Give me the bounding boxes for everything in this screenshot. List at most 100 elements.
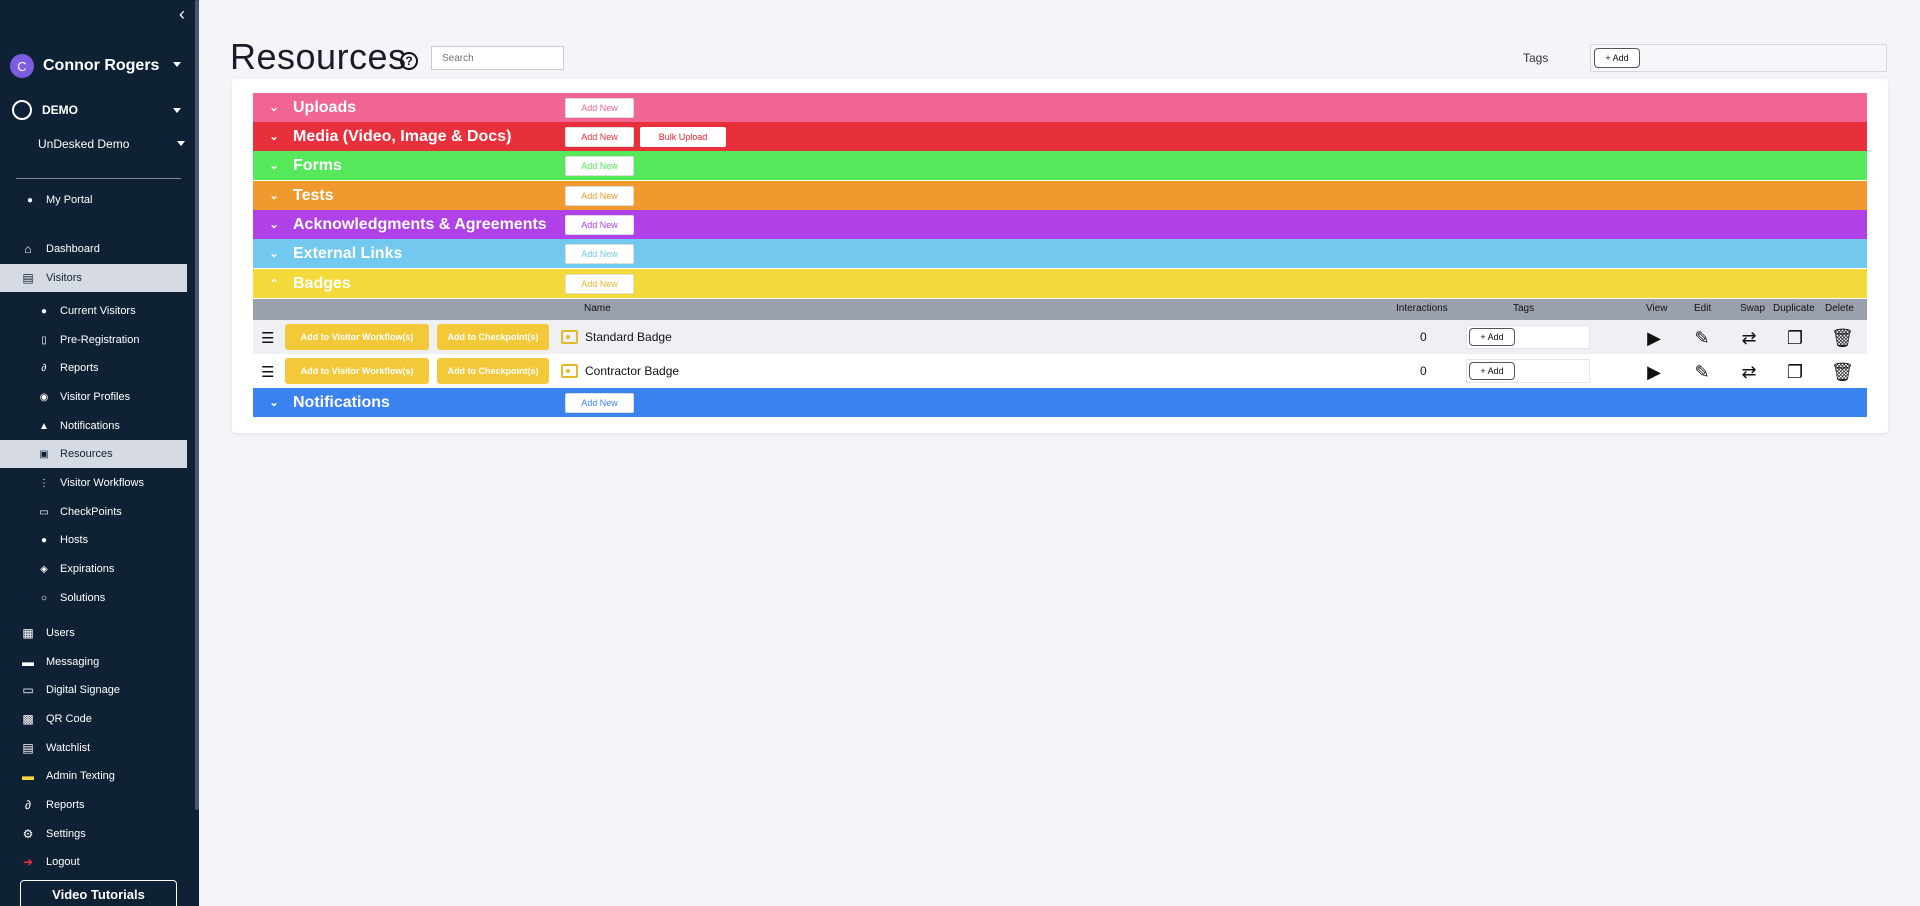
col-name: Name (584, 303, 611, 314)
bulk-upload-button[interactable]: Bulk Upload (640, 127, 726, 147)
row-tags[interactable]: + Add (1466, 359, 1590, 383)
add-tag-button[interactable]: + Add (1469, 328, 1515, 346)
sidebar-item-label: Expirations (60, 563, 115, 575)
user-menu[interactable]: C Connor Rogers (10, 54, 185, 78)
add-new-button[interactable]: Add New (565, 98, 634, 118)
sidebar-item-label: My Portal (46, 194, 93, 206)
add-to-workflow-button[interactable]: Add to Visitor Workflow(s) (285, 324, 429, 350)
chevron-up-icon[interactable]: ⌃ (269, 278, 279, 289)
tags-filter[interactable]: + Add (1590, 44, 1887, 72)
sidebar-item-current-visitors[interactable]: ● Current Visitors (0, 297, 187, 325)
sidebar-item-qr-code[interactable]: ▩ QR Code (0, 705, 187, 733)
play-icon[interactable]: ▶ (1643, 361, 1665, 383)
duplicate-icon[interactable]: ❐ (1784, 327, 1806, 349)
edit-icon[interactable]: ✎ (1691, 361, 1713, 383)
search-input[interactable] (431, 46, 564, 70)
workflow-icon: ⋮ (39, 477, 49, 489)
sidebar-item-visitors[interactable]: ▤ Visitors (0, 264, 187, 292)
drag-handle-icon[interactable]: ☰ (261, 363, 274, 381)
sidebar-item-label: Resources (60, 448, 113, 460)
sidebar-item-label: Reports (46, 799, 85, 811)
video-tutorials-button[interactable]: Video Tutorials (20, 880, 177, 906)
sidebar-item-reports-main[interactable]: ∂ Reports (0, 791, 187, 819)
sidebar-item-logout[interactable]: ➜ Logout (0, 848, 187, 876)
chevron-down-icon[interactable]: ⌄ (269, 397, 279, 408)
avatar: C (10, 54, 34, 78)
help-icon[interactable]: ? (400, 52, 418, 70)
swap-icon[interactable]: ⇄ (1738, 361, 1760, 383)
site-selector[interactable]: UnDesked Demo (38, 137, 185, 151)
section-badges[interactable]: ⌃ Badges Add New (253, 269, 1867, 298)
sidebar-item-settings[interactable]: ⚙ Settings (0, 820, 187, 848)
trash-icon[interactable]: 🗑 (1831, 361, 1854, 383)
section-external-links[interactable]: ⌄ External Links Add New (253, 239, 1867, 268)
row-tags[interactable]: + Add (1466, 325, 1590, 349)
sidebar-item-visitor-profiles[interactable]: ◉ Visitor Profiles (0, 383, 187, 411)
chevron-down-icon[interactable]: ⌄ (269, 248, 279, 259)
chat-icon: ▬ (22, 655, 34, 669)
chevron-down-icon[interactable]: ⌄ (269, 219, 279, 230)
monitor-icon: ▭ (22, 683, 34, 697)
sidebar-item-watchlist[interactable]: ▤ Watchlist (0, 734, 187, 762)
add-tag-button[interactable]: + Add (1594, 48, 1640, 68)
duplicate-icon[interactable]: ❐ (1784, 361, 1806, 383)
chevron-down-icon (173, 62, 181, 67)
sidebar-item-digital-signage[interactable]: ▭ Digital Signage (0, 676, 187, 704)
add-new-button[interactable]: Add New (565, 274, 634, 294)
monitor-icon: ▭ (39, 506, 49, 518)
add-new-button[interactable]: Add New (565, 215, 634, 235)
section-forms[interactable]: ⌄ Forms Add New (253, 151, 1867, 180)
chevron-down-icon[interactable]: ⌄ (269, 131, 279, 142)
sidebar-item-resources[interactable]: ▣ Resources (0, 440, 187, 468)
section-acknowledgments[interactable]: ⌄ Acknowledgments & Agreements Add New (253, 210, 1867, 239)
page-title: Resources (230, 36, 407, 77)
add-new-button[interactable]: Add New (565, 127, 634, 147)
sidebar-item-label: Visitors (46, 272, 82, 284)
add-to-checkpoint-button[interactable]: Add to Checkpoint(s) (437, 358, 549, 384)
trash-icon[interactable]: 🗑 (1831, 327, 1854, 349)
sidebar-item-reports[interactable]: ∂ Reports (0, 354, 187, 382)
add-new-button[interactable]: Add New (565, 156, 634, 176)
sidebar-item-expirations[interactable]: ◈ Expirations (0, 555, 187, 583)
section-uploads[interactable]: ⌄ Uploads Add New (253, 93, 1867, 122)
add-new-button[interactable]: Add New (565, 186, 634, 206)
sidebar-item-messaging[interactable]: ▬ Messaging (0, 648, 187, 676)
org-selector[interactable]: DEMO (12, 100, 185, 120)
sidebar-scrollbar[interactable] (195, 0, 199, 810)
add-to-checkpoint-button[interactable]: Add to Checkpoint(s) (437, 324, 549, 350)
sidebar-item-solutions[interactable]: ○ Solutions (0, 584, 187, 612)
play-icon[interactable]: ▶ (1643, 327, 1665, 349)
col-duplicate: Duplicate (1773, 303, 1815, 314)
section-notifications[interactable]: ⌄ Notifications Add New (253, 388, 1867, 417)
sidebar-item-label: Hosts (60, 534, 89, 546)
add-tag-button[interactable]: + Add (1469, 362, 1515, 380)
sidebar-item-visitor-workflows[interactable]: ⋮ Visitor Workflows (0, 469, 187, 497)
drag-handle-icon[interactable]: ☰ (261, 329, 274, 347)
section-media[interactable]: ⌄ Media (Video, Image & Docs) Add New Bu… (253, 122, 1867, 151)
collapse-sidebar-icon[interactable]: ‹ (172, 4, 192, 24)
sidebar-item-admin-texting[interactable]: ▬ Admin Texting (0, 762, 187, 790)
chevron-down-icon[interactable]: ⌄ (269, 190, 279, 201)
sidebar-item-notifications[interactable]: ▲ Notifications (0, 412, 187, 440)
edit-icon[interactable]: ✎ (1691, 327, 1713, 349)
add-new-button[interactable]: Add New (565, 393, 634, 413)
chevron-down-icon[interactable]: ⌄ (269, 102, 279, 113)
section-title: Notifications (293, 393, 390, 411)
sidebar-item-label: Messaging (46, 656, 100, 668)
sidebar-item-dashboard[interactable]: ⌂ Dashboard (0, 235, 187, 263)
add-new-button[interactable]: Add New (565, 244, 634, 264)
logout-icon: ➜ (22, 855, 34, 869)
section-title: Forms (293, 156, 342, 174)
sidebar-item-label: Users (46, 627, 75, 639)
add-to-workflow-button[interactable]: Add to Visitor Workflow(s) (285, 358, 429, 384)
chevron-down-icon[interactable]: ⌄ (269, 160, 279, 171)
divider (16, 178, 181, 179)
sidebar-item-checkpoints[interactable]: ▭ CheckPoints (0, 498, 187, 526)
sidebar-item-pre-registration[interactable]: ▯ Pre-Registration (0, 326, 187, 354)
swap-icon[interactable]: ⇄ (1738, 327, 1760, 349)
sidebar-item-hosts[interactable]: ● Hosts (0, 526, 187, 554)
sidebar-item-my-portal[interactable]: ● My Portal (0, 186, 187, 214)
section-tests[interactable]: ⌄ Tests Add New (253, 181, 1867, 210)
sidebar-item-users[interactable]: ▦ Users (0, 619, 187, 647)
folders-icon: ▣ (39, 448, 49, 460)
